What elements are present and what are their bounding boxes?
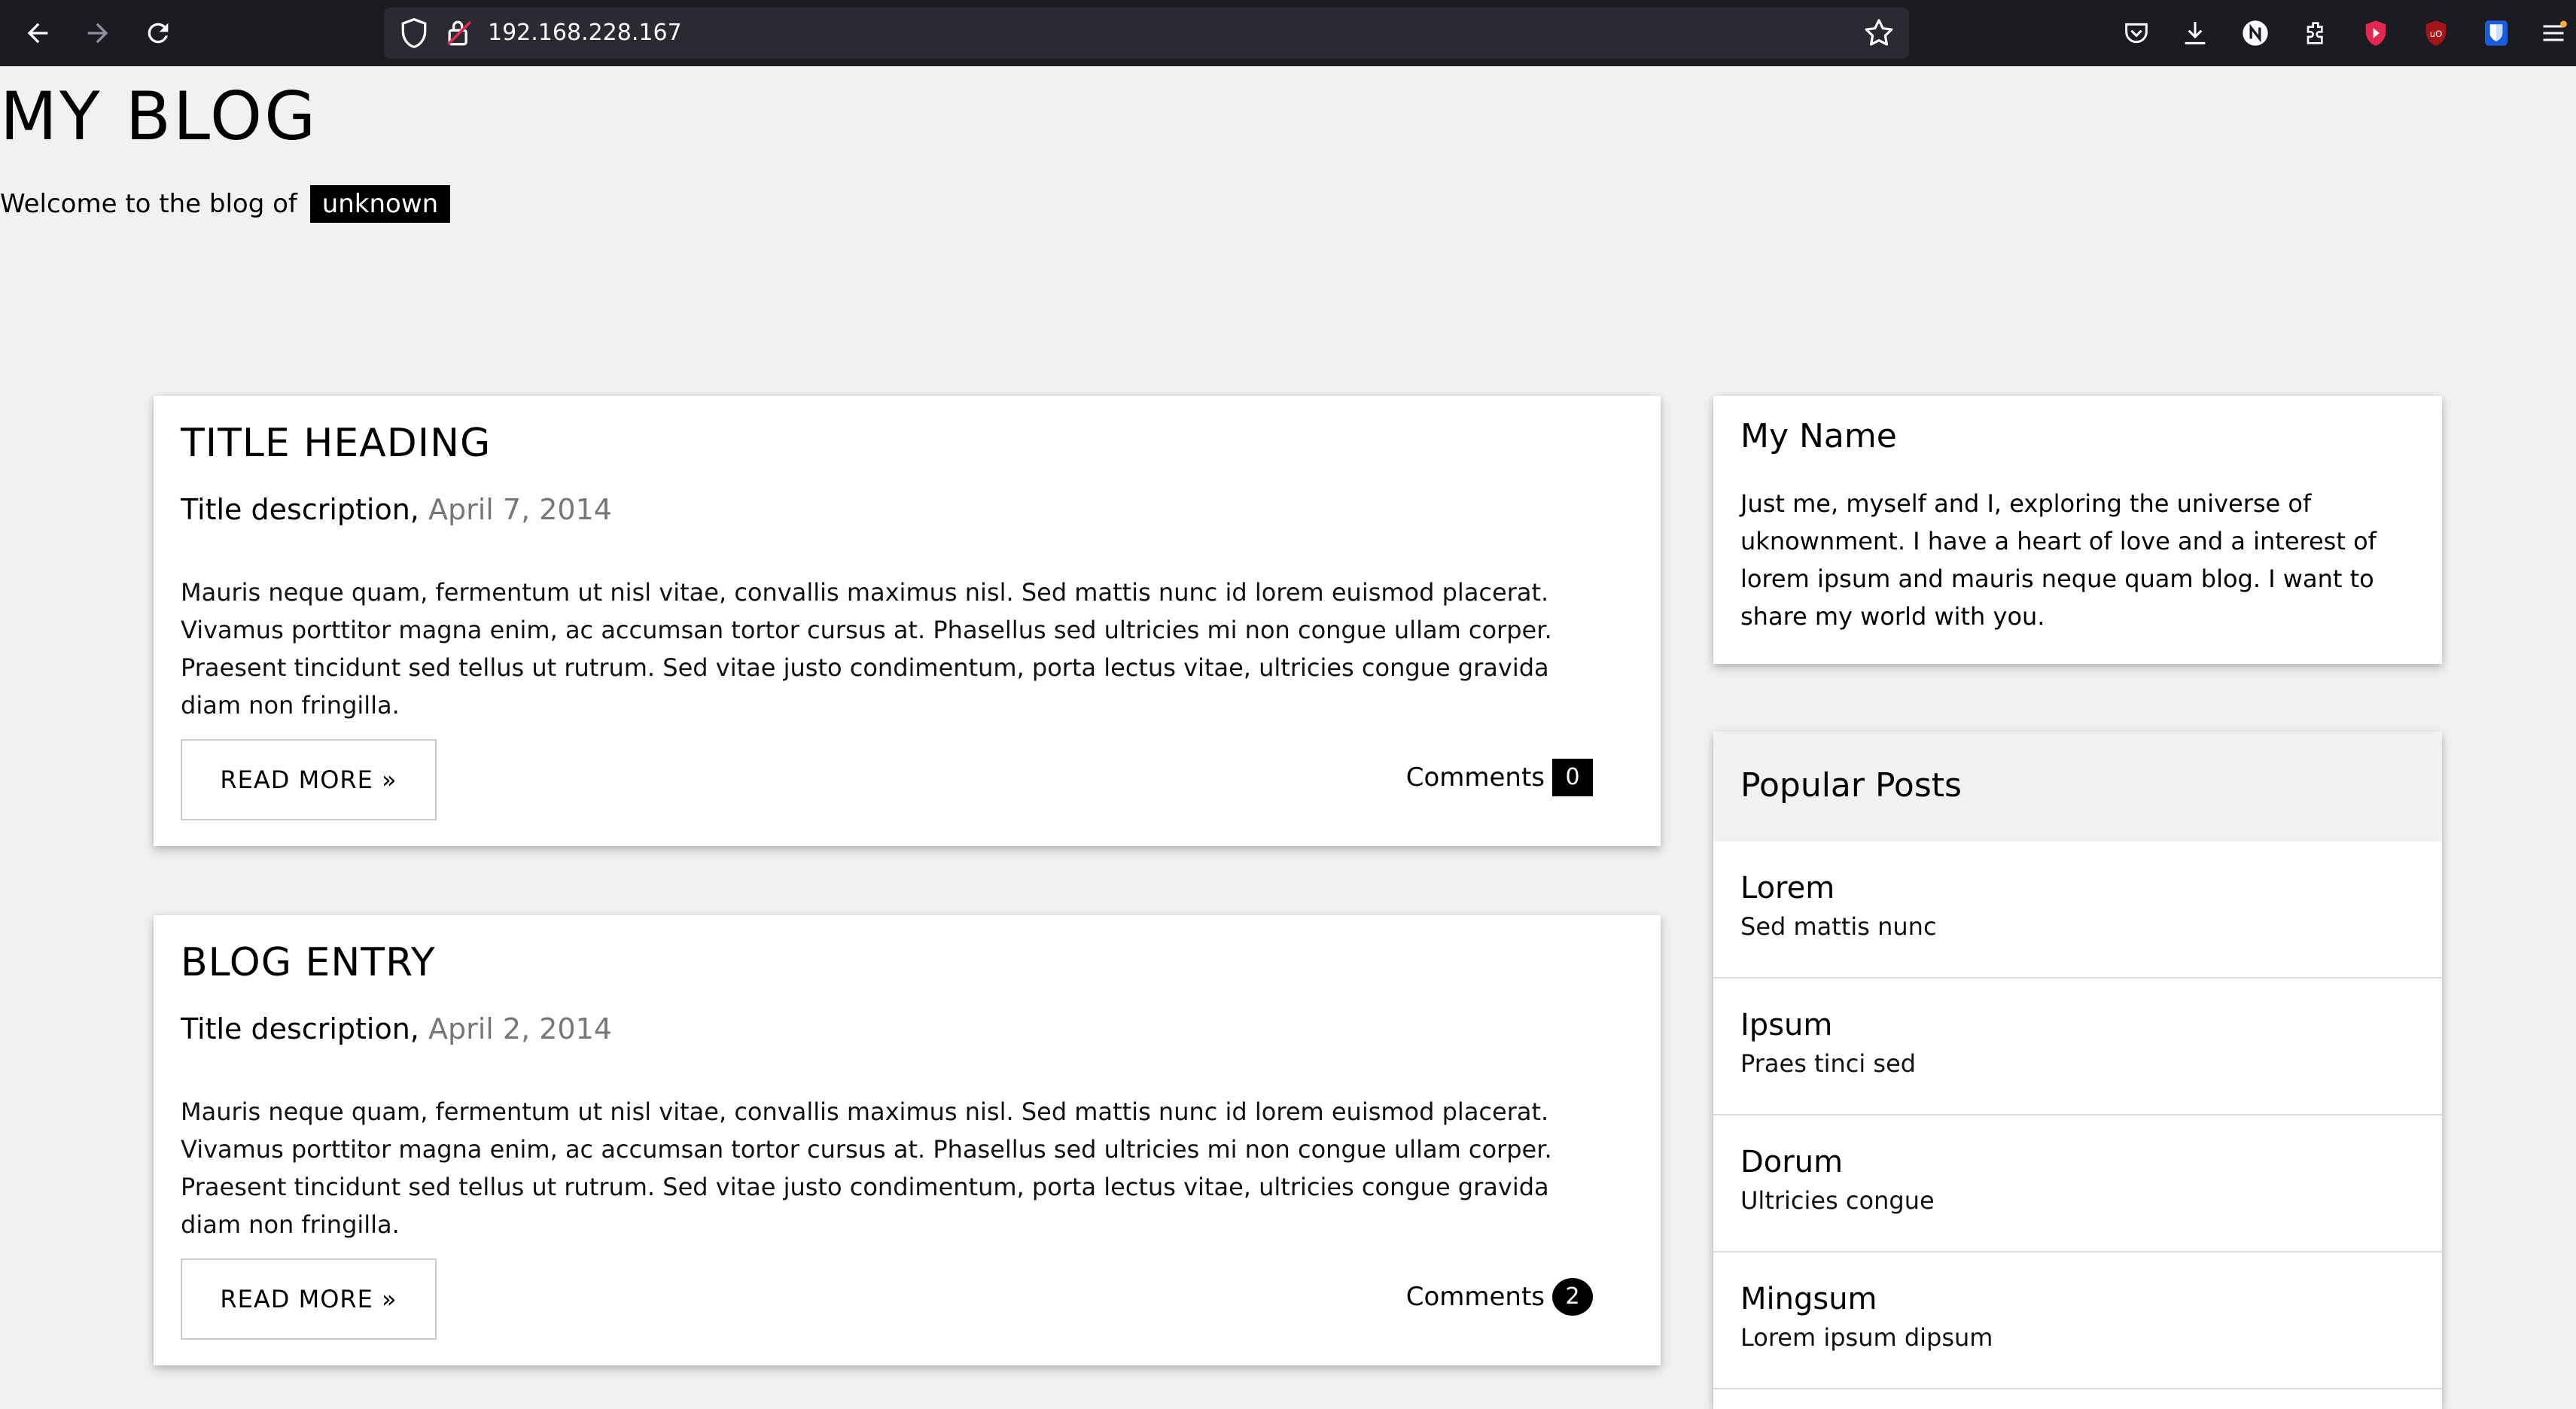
- url-text[interactable]: 192.168.228.167: [488, 18, 682, 48]
- popular-post-subtitle: Ultricies congue: [1740, 1186, 1935, 1215]
- about-text: Just me, myself and I, exploring the uni…: [1740, 489, 2377, 631]
- comments-count-badge: 0: [1552, 759, 1593, 796]
- pocket-icon[interactable]: [2117, 14, 2156, 53]
- url-bar[interactable]: 192.168.228.167: [384, 8, 1909, 59]
- popular-post-title: Mingsum: [1740, 1282, 1877, 1316]
- post-subtitle: Title description, April 2, 2014: [181, 1009, 612, 1049]
- browser-toolbar: 192.168.228.167 uO: [0, 0, 2576, 66]
- shield-icon[interactable]: [397, 17, 431, 50]
- popular-post-item[interactable]: Dorum Ultricies congue: [1713, 1115, 2442, 1252]
- popular-post-title: Lorem: [1740, 871, 1835, 905]
- comments-label: Comments: [1405, 762, 1545, 793]
- forward-arrow-icon[interactable]: [75, 11, 120, 56]
- popular-posts-header: Popular Posts: [1713, 732, 2442, 841]
- post-body: Mauris neque quam, fermentum ut nisl vit…: [181, 1097, 1552, 1239]
- comments-count-badge: 2: [1552, 1278, 1593, 1316]
- comments-link[interactable]: Comments 2: [1406, 1278, 1593, 1316]
- welcome-name-tag: unknown: [309, 185, 451, 223]
- post-subtitle: Title description, April 7, 2014: [181, 489, 612, 530]
- reload-icon[interactable]: [135, 11, 181, 56]
- about-card: My Name Just me, myself and I, exploring…: [1713, 396, 2442, 664]
- popular-post-title: Dorum: [1740, 1145, 1844, 1179]
- back-arrow-icon[interactable]: [15, 11, 60, 56]
- site-welcome: Welcome to the blog of unknown: [0, 185, 2576, 223]
- menu-icon[interactable]: [2537, 14, 2570, 53]
- download-icon[interactable]: [2176, 14, 2215, 53]
- site-title: MY BLOG: [0, 78, 318, 155]
- svg-text:uO: uO: [2430, 29, 2443, 39]
- post-date: April 2, 2014: [428, 1012, 612, 1045]
- notion-icon[interactable]: [2236, 14, 2275, 53]
- read-more-button[interactable]: READ MORE »: [181, 739, 437, 820]
- comments-link[interactable]: Comments 0: [1406, 759, 1593, 796]
- post-title: TITLE HEADING: [181, 421, 492, 466]
- post-description: Title description,: [181, 1012, 419, 1045]
- comments-label: Comments: [1405, 1282, 1545, 1312]
- popular-post-item[interactable]: Ipsum Praes tinci sed: [1713, 978, 2442, 1115]
- popular-posts-title: Popular Posts: [1740, 766, 1962, 805]
- blog-post-card: TITLE HEADING Title description, April 7…: [154, 396, 1661, 846]
- post-date: April 7, 2014: [428, 493, 612, 526]
- popular-post-item[interactable]: Mingsum Lorem ipsum dipsum: [1713, 1252, 2442, 1389]
- post-description: Title description,: [181, 493, 419, 526]
- popular-post-title: Ipsum: [1740, 1008, 1833, 1042]
- read-more-button[interactable]: READ MORE »: [181, 1258, 437, 1340]
- bitwarden-icon[interactable]: [2477, 14, 2516, 53]
- youtube-icon[interactable]: [2356, 14, 2395, 53]
- popular-posts-card: Popular Posts Lorem Sed mattis nunc Ipsu…: [1713, 732, 2442, 1409]
- blog-post-card: BLOG ENTRY Title description, April 2, 2…: [154, 915, 1661, 1365]
- post-body: Mauris neque quam, fermentum ut nisl vit…: [181, 578, 1552, 720]
- post-title: BLOG ENTRY: [181, 940, 436, 985]
- popular-post-subtitle: Lorem ipsum dipsum: [1740, 1323, 1993, 1352]
- about-title: My Name: [1740, 417, 1897, 455]
- welcome-text: Welcome to the blog of: [0, 189, 297, 219]
- popular-post-item[interactable]: Lorem Sed mattis nunc: [1713, 841, 2442, 978]
- popular-post-subtitle: Praes tinci sed: [1740, 1049, 1917, 1078]
- popular-posts-list: Lorem Sed mattis nunc Ipsum Praes tinci …: [1713, 841, 2442, 1389]
- ublock-icon[interactable]: uO: [2416, 14, 2456, 53]
- lock-warning-icon[interactable]: [443, 17, 476, 50]
- extensions-icon[interactable]: [2296, 14, 2335, 53]
- popular-post-subtitle: Sed mattis nunc: [1740, 912, 1937, 941]
- star-icon[interactable]: [1861, 15, 1897, 51]
